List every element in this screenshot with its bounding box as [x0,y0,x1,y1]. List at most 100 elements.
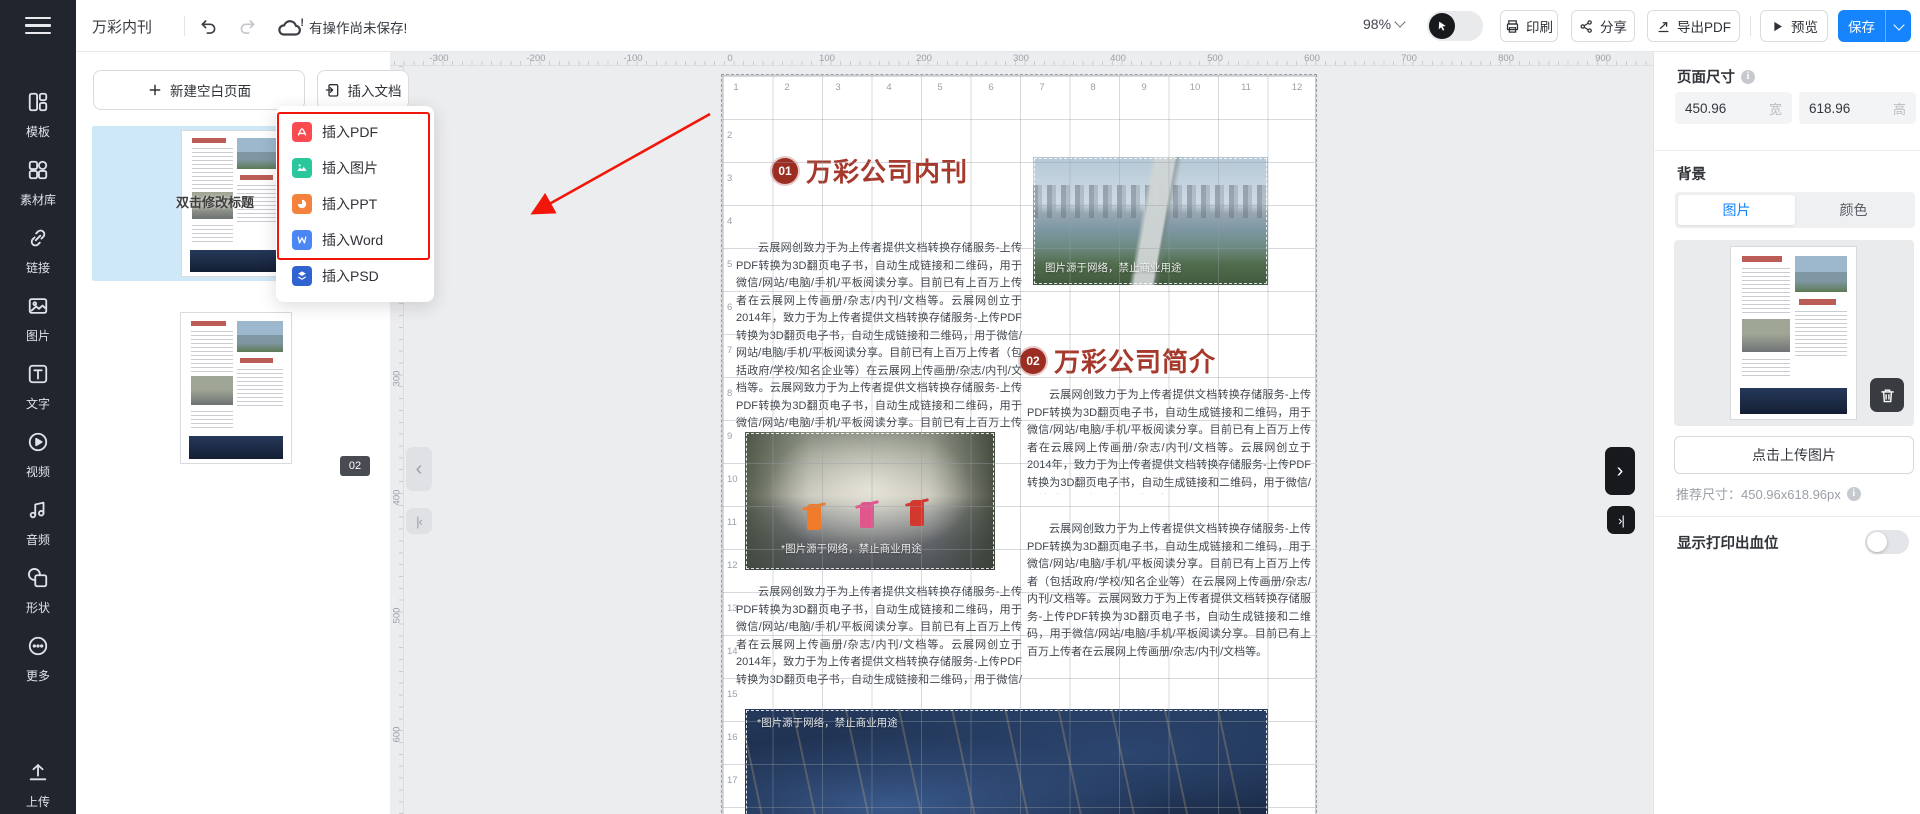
share-button[interactable]: 分享 [1571,10,1635,42]
next-page-button[interactable]: › [1605,447,1635,495]
menu-item-插入PSD[interactable]: 插入PSD [276,258,434,294]
pdf-file-icon [292,122,312,142]
sidebar-item-上传[interactable]: 上传 [0,754,76,814]
upload-image-button[interactable]: 点击上传图片 [1674,436,1914,474]
paragraph-3[interactable]: 云展网创致力于为上传者提供文档转换存储服务-上传PDF转换为3D翻页电子书，自动… [1027,521,1311,681]
page-height-input[interactable] [1809,101,1879,116]
photo-caption: 图片源于网络，禁止商业用途 [1045,260,1182,275]
grid-column-number: 4 [886,82,891,93]
preview-button[interactable]: 预览 [1760,10,1828,42]
document-page[interactable]: 123456789101112 234567891011121314151617… [722,75,1316,814]
left-sidebar: 模板素材库链接图片文字视频音频形状更多 上传 [0,0,76,814]
grid-row-number: 2 [727,130,732,141]
save-button[interactable]: 保存 [1838,10,1885,42]
zoom-level-dropdown[interactable]: 98% [1363,16,1404,32]
sidebar-item-label: 更多 [26,667,50,684]
image-file-icon [292,158,312,178]
sidebar-item-label: 上传 [26,793,50,810]
ruler-tick-label: 400 [1110,53,1126,64]
photo-city-day[interactable]: 图片源于网络，禁止商业用途 [1033,157,1268,285]
info-icon[interactable]: i [1741,70,1755,84]
person-figure [807,504,821,530]
page-thumbnail-2[interactable] [180,312,292,464]
paragraph-1[interactable]: 云展网创致力于为上传者提供文档转换存储服务-上传PDF转换为3D翻页电子书，自动… [736,240,1022,428]
info-icon[interactable]: i [1847,487,1861,501]
page-width-input[interactable] [1685,101,1755,116]
grid-row-number: 17 [727,775,738,786]
first-page-button[interactable]: |‹ [406,508,432,534]
chevron-down-icon [1394,16,1405,27]
word-file-icon [292,230,312,250]
save-dropdown-button[interactable] [1885,10,1911,42]
sidebar-item-素材库[interactable]: 素材库 [0,152,76,214]
photo-city-night[interactable]: *图片源于网络，禁止商业用途 [745,709,1268,814]
ruler-tick-label: 700 [1401,53,1417,64]
cursor-icon [1429,13,1455,39]
sidebar-item-模板[interactable]: 模板 [0,84,76,146]
grid-column-number: 8 [1090,82,1095,93]
menu-icon[interactable] [25,17,51,35]
ruler-tick-label: 600 [392,721,403,747]
menu-item-插入PDF[interactable]: 插入PDF [276,114,434,150]
section-2-heading[interactable]: 02 万彩公司简介 [1020,342,1216,379]
sidebar-bottom: 上传 [0,754,76,814]
grid-column-number: 10 [1190,82,1201,93]
grid-column-number: 3 [835,82,840,93]
background-image-thumbnail[interactable] [1730,246,1857,420]
link-icon [27,227,49,254]
insert-document-menu: 插入PDF插入图片插入PPT 插入Word 插入PSD [276,106,434,302]
sidebar-item-链接[interactable]: 链接 [0,220,76,282]
menu-item-插入Word[interactable]: 插入Word [276,222,434,258]
grid-row-number: 8 [727,388,732,399]
export-pdf-button[interactable]: 导出PDF [1647,10,1740,42]
menu-item-插入图片[interactable]: 插入图片 [276,150,434,186]
ruler-tick-label: 0 [727,53,732,64]
background-preview [1674,240,1914,426]
redo-button[interactable] [236,15,258,37]
menu-item-label: 插入Word [322,230,383,250]
sidebar-item-label: 链接 [26,259,50,276]
page-size-label: 页面尺寸 i [1677,66,1755,87]
cloud-sync-icon: ! [276,15,302,37]
new-blank-page-button[interactable]: 新建空白页面 [93,70,305,110]
paragraph-2[interactable]: 云展网创致力于为上传者提供文档转换存储服务-上传PDF转换为3D翻页电子书，自动… [1027,387,1311,494]
image-icon [27,295,49,322]
sidebar-item-视频[interactable]: 视频 [0,424,76,486]
sidebar-item-图片[interactable]: 图片 [0,288,76,350]
section-title: 万彩公司内刊 [806,152,968,189]
psd-file-icon [292,266,312,286]
touch-mode-toggle[interactable] [1427,11,1483,41]
grid-column-number: 1 [733,82,738,93]
sidebar-item-更多[interactable]: 更多 [0,628,76,690]
horizontal-ruler: -300-200-1000100200300400500600700800900 [390,52,1653,66]
last-page-button[interactable]: ›| [1607,506,1635,534]
more-icon [27,635,49,662]
document-title: 万彩内刊 [92,16,152,37]
insert-document-button[interactable]: 插入文档 [317,70,409,110]
divider [184,16,185,36]
menu-item-插入PPT[interactable]: 插入PPT [276,186,434,222]
ruler-tick-label: 900 [1595,53,1611,64]
sidebar-item-音频[interactable]: 音频 [0,492,76,554]
paragraph-4[interactable]: 云展网创致力于为上传者提供文档转换存储服务-上传PDF转换为3D翻页电子书，自动… [736,584,1022,689]
upload-icon [27,761,49,788]
undo-button[interactable] [198,15,220,37]
sidebar-item-形状[interactable]: 形状 [0,560,76,622]
section-1-heading[interactable]: 01 万彩公司内刊 [772,152,968,189]
grid-row-number: 6 [727,302,732,313]
ruler-tick-label: 200 [916,53,932,64]
print-button[interactable]: 印刷 [1500,10,1558,42]
tab-color[interactable]: 颜色 [1795,195,1912,225]
canvas-area[interactable]: -300-200-1000100200300400500600700800900… [390,52,1653,814]
sidebar-item-文字[interactable]: 文字 [0,356,76,418]
tab-image[interactable]: 图片 [1678,195,1795,225]
divider [1654,150,1920,151]
photo-foggy-road[interactable]: *图片源于网络，禁止商业用途 [745,432,995,570]
person-figure [910,500,924,526]
printer-icon [1505,19,1520,34]
sidebar-items: 模板素材库链接图片文字视频音频形状更多 [0,84,76,696]
prev-page-button[interactable]: ‹ [406,447,432,491]
bleed-toggle[interactable] [1865,530,1909,554]
sidebar-item-label: 图片 [26,327,50,344]
delete-background-button[interactable] [1870,378,1904,412]
